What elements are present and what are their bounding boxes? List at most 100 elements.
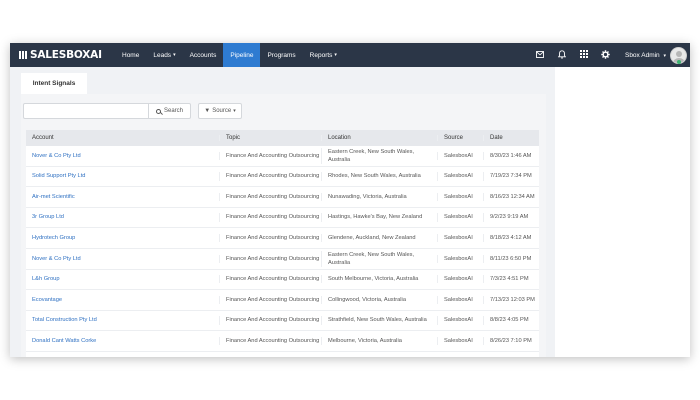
nav-item-leads[interactable]: Leads ▾ — [146, 43, 182, 67]
brand-logo[interactable]: SALESBOXAI — [19, 49, 109, 61]
column-header-topic[interactable]: Topic — [219, 135, 321, 141]
cell-topic: Finance And Accounting Outsourcing — [219, 316, 321, 325]
chevron-down-icon: ▾ — [663, 52, 666, 59]
nav-item-reports[interactable]: Reports ▾ — [303, 43, 344, 67]
nav-label: Pipeline — [230, 51, 254, 59]
cell-location: Hastings, Hawke's Bay, New Zealand — [321, 213, 437, 222]
cell-account[interactable]: Solid Support Pty Ltd — [26, 172, 219, 180]
search-button-label: Search — [163, 108, 183, 114]
cell-account[interactable]: L&h Group — [26, 275, 219, 283]
cell-source: SalesboxAI — [437, 254, 483, 263]
right-side-panel — [555, 67, 690, 357]
table-header: Account Topic Location Source Date — [26, 130, 539, 146]
table-row: L&h Group Finance And Accounting Outsourc… — [26, 269, 539, 291]
cell-account[interactable]: Nover & Co Pty Ltd — [26, 152, 219, 160]
column-header-source[interactable]: Source — [437, 135, 483, 141]
gear-icon[interactable] — [595, 49, 617, 61]
cell-source: SalesboxAI — [437, 234, 483, 243]
user-menu[interactable]: Sbox Admin ▾ — [625, 52, 666, 59]
table-body: Nover & Co Pty Ltd Finance And Accounting… — [26, 146, 539, 357]
cell-location: Glendene, Auckland, New Zealand — [321, 234, 437, 243]
cell-location: Eastern Creek, New South Wales, Australi… — [321, 250, 437, 268]
filter-icon: ▼ — [204, 108, 211, 114]
nav-label: Accounts — [189, 51, 217, 59]
cell-account[interactable]: Air-met Scientific — [26, 193, 219, 201]
cell-date: 8/18/23 4:12 AM — [483, 234, 539, 243]
cell-source: SalesboxAI — [437, 295, 483, 305]
cell-date: 7/13/23 12:03 PM — [483, 295, 539, 305]
main-nav: Home Leads ▾ Accounts Pipeline Programs R… — [115, 43, 344, 67]
cell-date: 8/30/23 1:46 AM — [483, 151, 539, 160]
cell-account[interactable]: Nover & Co Pty Ltd — [26, 255, 219, 263]
nav-item-pipeline[interactable]: Pipeline — [223, 43, 261, 67]
column-header-date[interactable]: Date — [483, 135, 539, 141]
search-input[interactable] — [23, 103, 149, 119]
cell-account[interactable]: 3r Group Ltd — [26, 213, 219, 221]
nav-label: Leads — [153, 51, 172, 59]
cell-location: Melbourne, Victoria, Australia — [321, 337, 437, 346]
intent-signals-panel: Search ▼ Source ▾ Account Topic Location… — [21, 94, 546, 357]
table-row: Nover & Co Pty Ltd Finance And Accounting… — [26, 248, 539, 270]
search-icon — [155, 108, 161, 114]
tab-label: Intent Signals — [32, 80, 76, 87]
cell-topic: Finance And Accounting Outsourcing — [219, 172, 321, 181]
cell-topic: Finance And Accounting Outsourcing — [219, 234, 321, 243]
cell-source: SalesboxAI — [437, 192, 483, 202]
user-name: Sbox Admin — [624, 51, 660, 59]
source-filter-label: Source — [212, 108, 232, 114]
chevron-down-icon: ▾ — [233, 108, 236, 114]
cell-topic: Finance And Accounting Outsourcing — [219, 337, 321, 346]
nav-item-home[interactable]: Home — [115, 43, 146, 67]
table-row: Hydrotech Group Finance And Accounting Ou… — [26, 228, 539, 249]
cell-date: 8/26/23 7:10 PM — [483, 337, 539, 346]
cell-source: SalesboxAI — [437, 151, 483, 160]
cell-date: 8/8/23 4:05 PM — [483, 316, 539, 325]
cell-date: 8/16/23 12:34 AM — [483, 192, 539, 202]
table-row: Donald Cant Watts Corke Finance And Accou… — [26, 331, 539, 352]
source-filter-button[interactable]: ▼ Source ▾ — [198, 103, 242, 119]
nav-label: Programs — [267, 51, 296, 59]
cell-topic: Finance And Accounting Outsourcing — [219, 254, 321, 263]
nav-item-programs[interactable]: Programs — [260, 43, 302, 67]
logo-text: SALESBOXAI — [30, 49, 102, 61]
table-row: Nover & Co Pty Ltd Finance And Accounting… — [26, 146, 539, 167]
nav-item-accounts[interactable]: Accounts — [183, 43, 224, 67]
search-button[interactable]: Search — [149, 103, 191, 119]
cell-location: Strathfield, New South Wales, Australia — [321, 316, 437, 325]
cell-location: Eastern Creek, New South Wales, Australi… — [321, 147, 437, 165]
column-header-location[interactable]: Location — [321, 135, 437, 141]
cell-source: SalesboxAI — [437, 337, 483, 346]
bell-icon[interactable] — [551, 49, 573, 61]
nav-right-tools: Sbox Admin ▾ — [529, 43, 690, 67]
nav-label: Home — [122, 51, 140, 59]
nav-label: Reports — [309, 51, 333, 59]
cell-account[interactable]: Ecovantage — [26, 296, 219, 304]
cell-date: 7/3/23 4:51 PM — [483, 275, 539, 284]
cell-location: Rhodes, New South Wales, Australia — [321, 172, 437, 181]
cell-topic: Finance And Accounting Outsourcing — [219, 192, 321, 202]
table-row: Solid Support Pty Ltd Finance And Account… — [26, 166, 539, 188]
cell-topic: Finance And Accounting Outsourcing — [219, 151, 321, 160]
cell-location: Collingwood, Victoria, Australia — [321, 295, 437, 305]
cell-account[interactable]: Total Construction Pty Ltd — [26, 316, 219, 324]
chevron-down-icon: ▾ — [334, 52, 337, 58]
online-status-icon — [677, 60, 681, 64]
chevron-down-icon: ▾ — [173, 52, 176, 58]
top-navbar: SALESBOXAI Home Leads ▾ Accounts Pipeline… — [10, 43, 690, 67]
column-header-account[interactable]: Account — [26, 135, 219, 141]
cell-date: 9/2/23 9:19 AM — [483, 213, 539, 222]
cell-source: SalesboxAI — [437, 275, 483, 284]
mail-icon[interactable] — [529, 50, 551, 60]
cell-topic: Finance And Accounting Outsourcing — [219, 213, 321, 222]
cell-account[interactable]: Donald Cant Watts Corke — [26, 337, 219, 345]
logo-mark-icon — [19, 51, 28, 59]
tab-intent-signals[interactable]: Intent Signals — [21, 73, 87, 94]
grid-icon[interactable] — [573, 50, 595, 60]
table-row: Cleanaway Environmental SolutionsFinance… — [26, 351, 539, 357]
cell-date: 8/11/23 6:50 PM — [483, 254, 539, 263]
cell-source: SalesboxAI — [437, 213, 483, 222]
cell-location: South Melbourne, Victoria, Australia — [321, 275, 437, 284]
cell-location: Nunawading, Victoria, Australia — [321, 192, 437, 202]
cell-account[interactable]: Hydrotech Group — [26, 234, 219, 242]
cell-source: SalesboxAI — [437, 172, 483, 181]
